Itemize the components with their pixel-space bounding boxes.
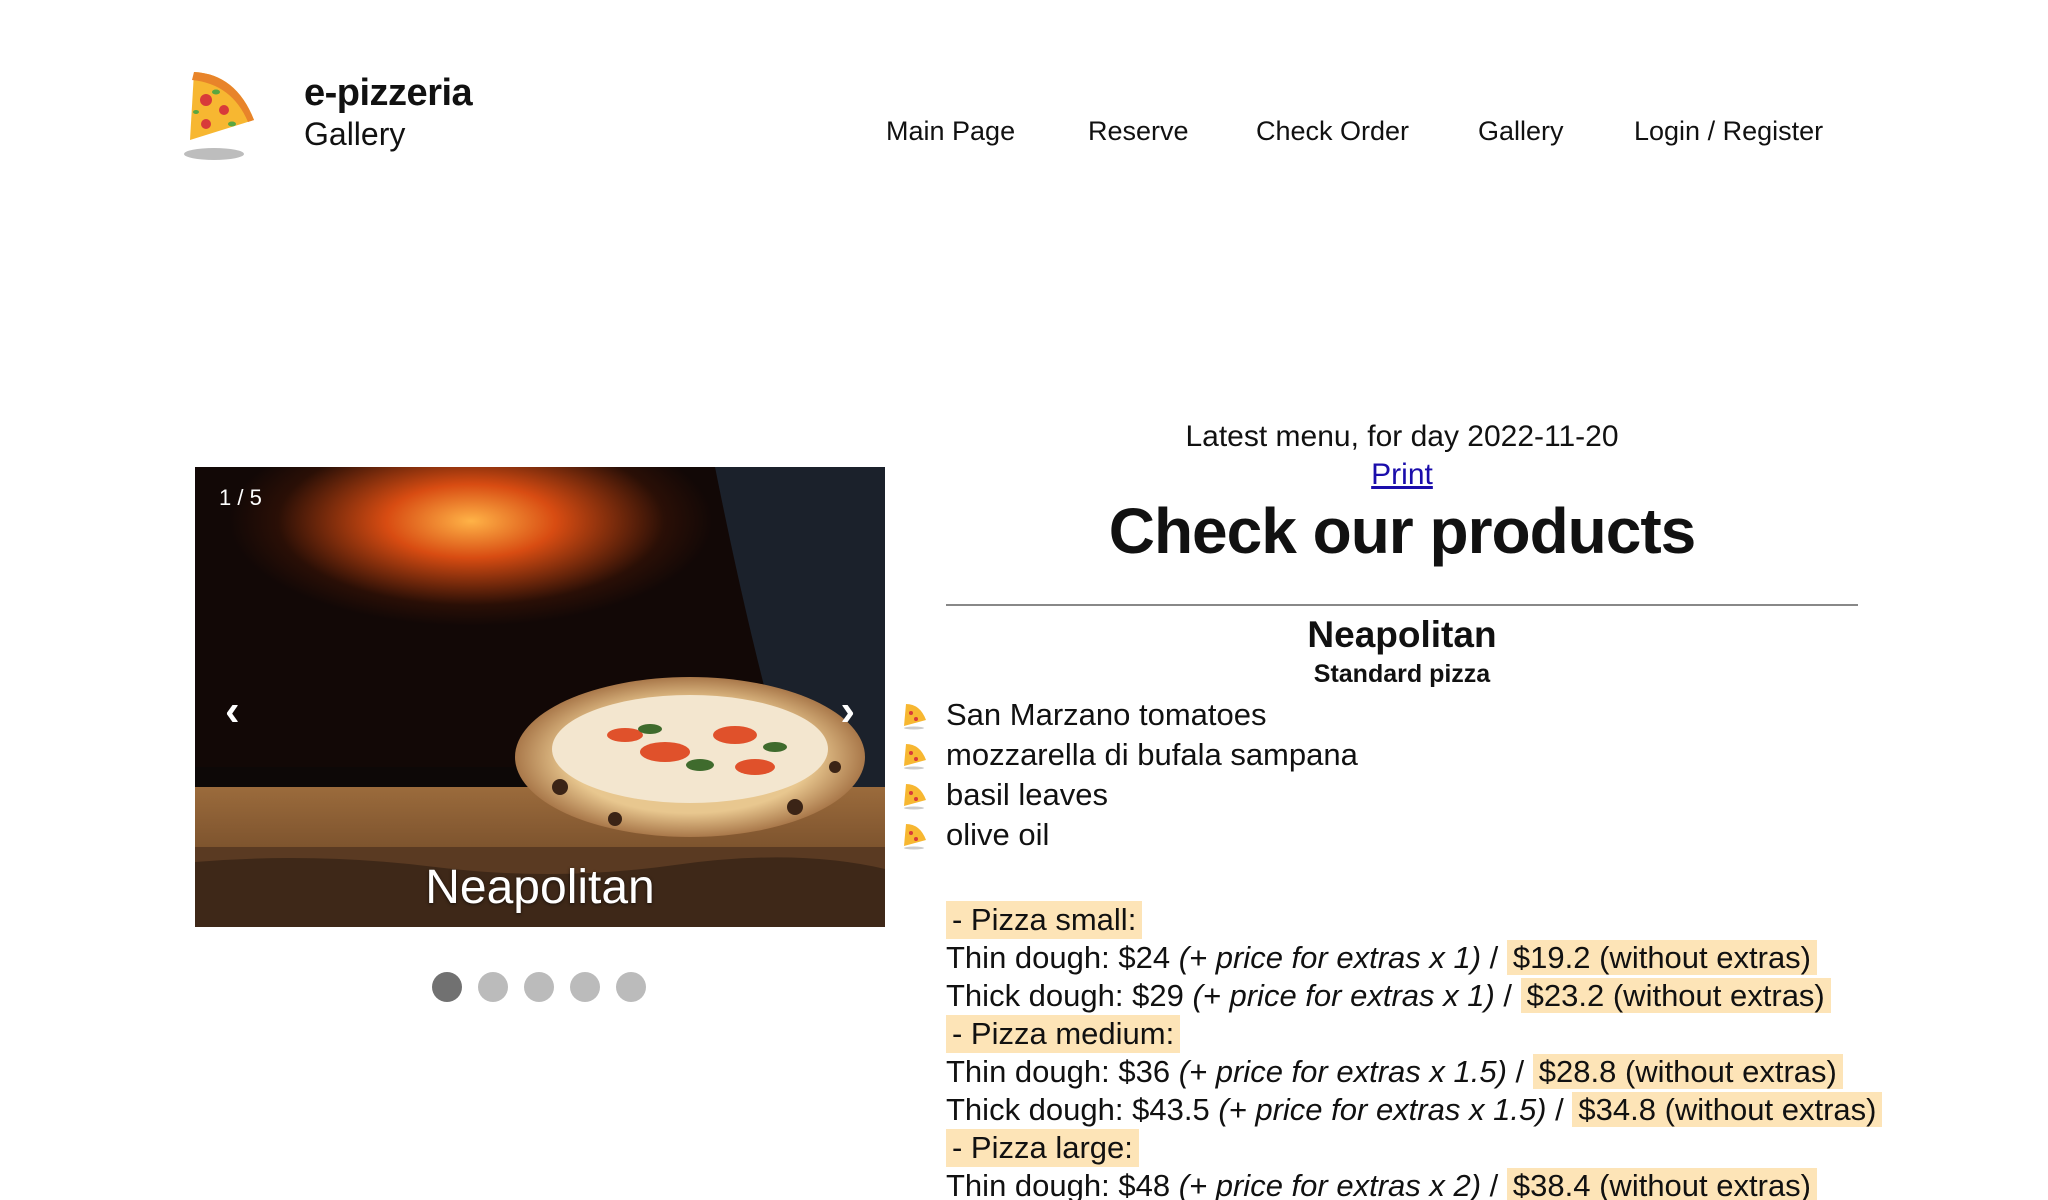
price-list: - Pizza small: Thin dough: $24 (+ price … bbox=[946, 901, 1883, 1200]
nav-login-register[interactable]: Login / Register bbox=[1634, 116, 1854, 147]
divider bbox=[946, 604, 1858, 606]
base-price: $34.8 (without extras) bbox=[1572, 1092, 1883, 1127]
list-item: mozzarella di bufala sampana bbox=[902, 735, 1858, 775]
next-slide-button[interactable]: › bbox=[840, 689, 855, 733]
pizza-logo-icon[interactable] bbox=[176, 66, 260, 164]
extras-note: (+ price for extras x 1) bbox=[1178, 940, 1482, 975]
brand-subtitle: Gallery bbox=[304, 116, 406, 152]
ingredient-label: olive oil bbox=[946, 817, 1050, 852]
price-separator: / bbox=[1515, 1054, 1525, 1089]
price-row: Thick dough: $43.5 (+ price for extras x… bbox=[946, 1091, 1883, 1129]
price-separator: / bbox=[1489, 940, 1499, 975]
product-name: Neapolitan bbox=[1307, 614, 1497, 655]
size-label-large: - Pizza large: bbox=[946, 1129, 1139, 1167]
base-price: $23.2 (without extras) bbox=[1520, 978, 1831, 1013]
extras-note: (+ price for extras x 1) bbox=[1192, 978, 1495, 1013]
nav-reserve[interactable]: Reserve bbox=[1088, 116, 1256, 147]
pizza-bullet-icon bbox=[904, 744, 926, 770]
price-separator: / bbox=[1489, 1168, 1499, 1200]
list-item: San Marzano tomatoes bbox=[902, 695, 1858, 735]
image-carousel: 1 / 5 ‹ › Neapolitan bbox=[195, 467, 885, 927]
product-type: Standard pizza bbox=[1313, 660, 1491, 688]
extras-note: (+ price for extras x 2) bbox=[1178, 1168, 1482, 1200]
dough-price: Thin dough: $24 bbox=[946, 940, 1171, 975]
dough-price: Thin dough: $36 bbox=[946, 1054, 1171, 1089]
size-label-medium: - Pizza medium: bbox=[946, 1015, 1181, 1053]
extras-note: (+ price for extras x 1.5) bbox=[1218, 1092, 1547, 1127]
carousel-dot[interactable] bbox=[616, 972, 646, 1002]
nav-check-order[interactable]: Check Order bbox=[1256, 116, 1478, 147]
menu-panel: Latest menu, for day 2022-11-20 Print Ch… bbox=[904, 420, 1883, 1200]
base-price: $19.2 (without extras) bbox=[1506, 940, 1818, 975]
dough-price: Thin dough: $48 bbox=[946, 1168, 1171, 1200]
size-label-small: - Pizza small: bbox=[946, 901, 1143, 939]
carousel-dot[interactable] bbox=[524, 972, 554, 1002]
base-price: $28.8 (without extras) bbox=[1532, 1054, 1843, 1089]
list-item: basil leaves bbox=[902, 775, 1858, 815]
page-title: Check our products bbox=[1108, 495, 1697, 567]
slide-caption: Neapolitan bbox=[425, 861, 655, 914]
price-row: Thin dough: $48 (+ price for extras x 2)… bbox=[946, 1167, 1858, 1200]
page: e-pizzeria Gallery Main Page Reserve Che… bbox=[0, 0, 2048, 1200]
carousel-dot[interactable] bbox=[570, 972, 600, 1002]
ingredient-label: basil leaves bbox=[946, 777, 1108, 812]
ingredient-list: San Marzano tomatoes mozzarella di bufal… bbox=[902, 695, 1858, 855]
price-row: Thin dough: $24 (+ price for extras x 1)… bbox=[946, 939, 1858, 977]
carousel-dot[interactable] bbox=[432, 972, 462, 1002]
prev-slide-button[interactable]: ‹ bbox=[225, 689, 240, 733]
main-nav: Main Page Reserve Check Order Gallery Lo… bbox=[886, 116, 1854, 147]
list-item: olive oil bbox=[902, 815, 1858, 855]
menu-date: Latest menu, for day 2022-11-20 bbox=[1185, 420, 1619, 453]
price-row: Thin dough: $36 (+ price for extras x 1.… bbox=[946, 1053, 1858, 1091]
dough-price: Thick dough: $29 bbox=[946, 978, 1184, 1013]
price-row: Thick dough: $29 (+ price for extras x 1… bbox=[946, 977, 1858, 1015]
dough-price: Thick dough: $43.5 bbox=[946, 1092, 1210, 1127]
ingredient-label: mozzarella di bufala sampana bbox=[946, 737, 1358, 772]
carousel-dot[interactable] bbox=[478, 972, 508, 1002]
ingredient-label: San Marzano tomatoes bbox=[946, 697, 1267, 732]
print-link[interactable]: Print bbox=[946, 458, 1858, 492]
nav-gallery[interactable]: Gallery bbox=[1478, 116, 1634, 147]
brand-title: e-pizzeria bbox=[304, 72, 473, 114]
extras-note: (+ price for extras x 1.5) bbox=[1178, 1054, 1507, 1089]
pizza-photo bbox=[195, 467, 885, 927]
pizza-bullet-icon bbox=[904, 784, 926, 810]
carousel-dots bbox=[432, 972, 646, 1002]
price-separator: / bbox=[1555, 1092, 1564, 1127]
pizza-bullet-icon bbox=[904, 704, 926, 730]
base-price: $38.4 (without extras) bbox=[1506, 1168, 1818, 1200]
price-separator: / bbox=[1503, 978, 1513, 1013]
pizza-bullet-icon bbox=[904, 824, 926, 850]
nav-main-page[interactable]: Main Page bbox=[886, 116, 1088, 147]
slide-counter: 1 / 5 bbox=[219, 485, 262, 510]
